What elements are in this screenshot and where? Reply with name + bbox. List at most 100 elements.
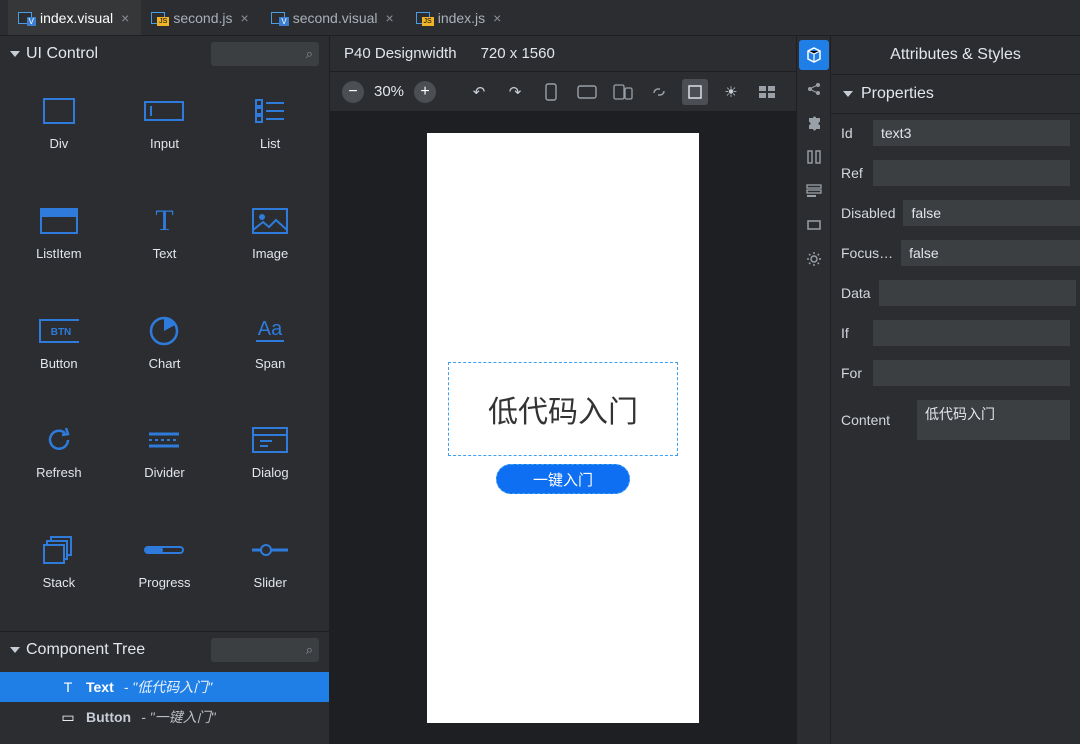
square-icon[interactable] [682,79,708,105]
control-label: Chart [149,356,181,371]
control-list[interactable]: List [217,82,323,192]
button-icon: BTN [39,316,79,346]
control-button[interactable]: BTNButton [6,302,112,412]
control-dialog[interactable]: Dialog [217,411,323,521]
tree-row[interactable]: TText- "低代码入门" [0,672,329,702]
property-input[interactable] [873,160,1070,186]
tree-item-name: Button [86,709,131,725]
zoom-in-button[interactable]: + [414,81,436,103]
gear-icon[interactable] [799,244,829,274]
control-label: Divider [144,465,184,480]
brightness-icon[interactable]: ☀ [718,79,744,105]
property-input[interactable] [903,200,1080,226]
tree-search[interactable] [211,638,319,662]
close-icon[interactable]: × [384,10,396,26]
close-icon[interactable]: × [239,10,251,26]
device-name[interactable]: P40 Designwidth [344,45,457,62]
div-icon [39,96,79,126]
control-label: Span [255,356,285,371]
dialog-icon [250,425,290,455]
property-label: If [841,325,865,341]
control-label: List [260,136,280,151]
control-input[interactable]: Input [112,82,218,192]
chevron-down-icon[interactable] [10,647,20,653]
property-label: Focus… [841,245,893,261]
close-icon[interactable]: × [491,10,503,26]
control-div[interactable]: Div [6,82,112,192]
tree-header: Component Tree ⌕ [0,632,329,668]
tablet-landscape-icon[interactable] [574,79,600,105]
tab-index-js[interactable]: index.js × [406,0,514,35]
property-label: For [841,365,865,381]
ui-control-header: UI Control ⌕ [0,36,329,72]
panel-title-text: UI Control [26,45,98,63]
tab-label: second.visual [293,10,378,26]
property-input[interactable] [873,320,1070,346]
columns-icon[interactable] [799,142,829,172]
visual-file-icon [18,12,34,24]
phone-portrait-icon[interactable] [538,79,564,105]
control-label: ListItem [36,246,82,261]
property-label: Disabled [841,205,895,221]
property-input[interactable] [873,120,1070,146]
property-row-id: Id [841,120,1070,146]
control-label: Div [49,136,68,151]
cube-icon[interactable] [799,40,829,70]
control-span[interactable]: Aa Span [217,302,323,412]
chevron-down-icon[interactable] [10,51,20,57]
property-label: Id [841,125,865,141]
span-icon: Aa [250,316,290,346]
slider-icon [250,535,290,565]
control-label: Refresh [36,465,82,480]
preview-button-element[interactable]: 一键入门 [496,464,630,494]
puzzle-icon[interactable] [799,108,829,138]
tab-second-js[interactable]: second.js × [141,0,260,35]
devices-icon[interactable] [610,79,636,105]
text-icon: T [144,206,184,236]
tab-second-visual[interactable]: second.visual × [261,0,406,35]
link-icon[interactable] [646,79,672,105]
control-image[interactable]: Image [217,192,323,302]
undo-button[interactable]: ↶ [466,79,492,105]
refresh-icon [39,425,79,455]
close-icon[interactable]: × [119,10,131,26]
tree-row[interactable]: ▭Button- "一键入门" [0,702,329,732]
control-progress[interactable]: Progress [112,521,218,631]
svg-text:BTN: BTN [51,327,72,338]
layout-icon[interactable] [754,79,780,105]
controls-search[interactable] [211,42,319,66]
property-input[interactable] [873,360,1070,386]
zoom-out-button[interactable]: − [342,81,364,103]
control-label: Slider [254,575,287,590]
property-input[interactable] [879,280,1076,306]
control-listitem[interactable]: ListItem [6,192,112,302]
property-input[interactable] [901,240,1080,266]
preview-text-element[interactable]: 低代码入门 [448,362,678,456]
properties-section-header[interactable]: Properties [831,75,1080,114]
property-label: Data [841,285,871,301]
zoom-label[interactable]: 30% [374,83,404,100]
form-icon[interactable] [799,176,829,206]
control-divider[interactable]: Divider [112,411,218,521]
property-input[interactable]: 低代码入门 [917,400,1070,440]
control-slider[interactable]: Slider [217,521,323,631]
redo-button[interactable]: ↷ [502,79,528,105]
property-row-ref: Ref [841,160,1070,186]
editor-tabs: index.visual × second.js × second.visual… [0,0,1080,36]
tab-index-visual[interactable]: index.visual × [8,0,141,35]
component-tree-panel: Component Tree ⌕ TText- "低代码入门"▭Button- … [0,631,329,744]
canvas[interactable]: 低代码入门 一键入门 [330,112,796,744]
control-text[interactable]: TText [112,192,218,302]
control-refresh[interactable]: Refresh [6,411,112,521]
tree-item-icon: ▭ [60,709,76,726]
controls-grid: Div Input List ListItem TTextImage BTNButton C… [0,72,329,631]
rect-icon[interactable] [799,210,829,240]
property-row-content: Content低代码入门 [841,400,1070,440]
control-chart[interactable]: Chart [112,302,218,412]
tab-label: index.js [438,10,485,26]
device-size: 720 x 1560 [481,45,555,62]
control-label: Progress [138,575,190,590]
control-stack[interactable]: Stack [6,521,112,631]
share-icon[interactable] [799,74,829,104]
listitem-icon [39,206,79,236]
